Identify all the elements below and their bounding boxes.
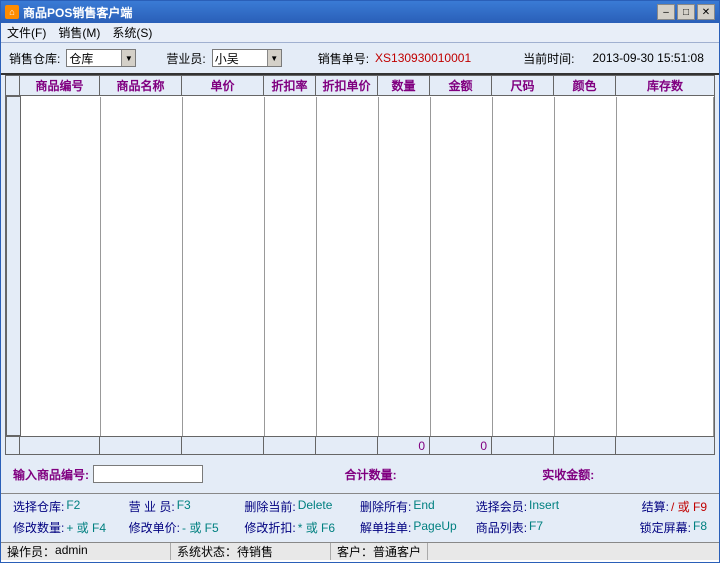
sum-qty: 0 <box>378 437 430 455</box>
sc-member-key: Insert <box>529 498 559 515</box>
menu-sale[interactable]: 销售(M) <box>58 24 100 41</box>
status-state-label: 系统状态： <box>177 543 237 560</box>
sum-row: 0 0 <box>5 436 715 455</box>
sc-lock-label: 锁定屏幕: <box>640 519 691 536</box>
chevron-down-icon[interactable]: ▼ <box>121 50 135 66</box>
sc-member-label: 选择会员: <box>476 498 527 515</box>
sc-delcur-key: Delete <box>298 498 333 515</box>
sc-qty-label: 修改数量: <box>13 519 64 536</box>
col-code[interactable]: 商品编号 <box>20 76 100 96</box>
table-row[interactable] <box>7 97 714 436</box>
code-input-label: 输入商品编号: <box>13 466 89 483</box>
sales-input[interactable] <box>213 51 267 65</box>
time-value: 2013-09-30 15:51:08 <box>592 51 703 65</box>
row-header-blank <box>6 76 20 96</box>
sc-qty-key: + 或 F4 <box>66 519 106 536</box>
col-amount[interactable]: 金额 <box>430 76 492 96</box>
col-name[interactable]: 商品名称 <box>100 76 182 96</box>
sc-delcur-label: 删除当前: <box>244 498 295 515</box>
sc-hold-label: 解单挂单: <box>360 519 411 536</box>
status-bar: 操作员：admin 系统状态：待销售 客户：普通客户 <box>1 542 719 560</box>
col-rate[interactable]: 折扣率 <box>264 76 316 96</box>
titlebar: ⌂ 商品POS销售客户端 – □ ✕ <box>1 1 719 23</box>
status-state-value: 待销售 <box>237 543 273 560</box>
sc-list-label: 商品列表: <box>476 519 527 536</box>
shortcut-panel: 选择仓库:F2 营 业 员:F3 删除当前:Delete 删除所有:End 选择… <box>1 493 719 542</box>
input-row: 输入商品编号: 合计数量: 实收金额: <box>1 455 719 493</box>
sc-settle-key: / 或 F9 <box>671 498 707 515</box>
maximize-button[interactable]: □ <box>677 4 695 20</box>
col-discprice[interactable]: 折扣单价 <box>316 76 378 96</box>
app-icon: ⌂ <box>5 5 19 19</box>
minimize-button[interactable]: – <box>657 4 675 20</box>
sc-warehouse-label: 选择仓库: <box>13 498 64 515</box>
sysbtns: – □ ✕ <box>655 4 715 20</box>
status-op-value: admin <box>55 543 88 560</box>
table-wrap: 商品编号 商品名称 单价 折扣率 折扣单价 数量 金额 尺码 颜色 库存数 0 … <box>1 73 719 455</box>
col-qty[interactable]: 数量 <box>378 76 430 96</box>
status-cust-label: 客户： <box>337 543 373 560</box>
grid-header: 商品编号 商品名称 单价 折扣率 折扣单价 数量 金额 尺码 颜色 库存数 <box>5 75 715 96</box>
status-cust-value: 普通客户 <box>373 543 421 560</box>
col-price[interactable]: 单价 <box>182 76 264 96</box>
chevron-down-icon[interactable]: ▼ <box>267 50 281 66</box>
time-label: 当前时间: <box>523 50 574 67</box>
sc-price-label: 修改单价: <box>129 519 180 536</box>
sum-amount: 0 <box>430 437 492 455</box>
warehouse-input[interactable] <box>67 51 121 65</box>
sc-delall-label: 删除所有: <box>360 498 411 515</box>
sc-hold-key: PageUp <box>413 519 456 536</box>
col-size[interactable]: 尺码 <box>492 76 554 96</box>
code-input[interactable] <box>93 465 203 483</box>
sc-warehouse-key: F2 <box>66 498 80 515</box>
sc-sales-label: 营 业 员: <box>129 498 175 515</box>
sc-sales-key: F3 <box>177 498 191 515</box>
sc-disc-label: 修改折扣: <box>244 519 295 536</box>
col-color[interactable]: 颜色 <box>554 76 616 96</box>
status-op-label: 操作员： <box>7 543 55 560</box>
sc-delall-key: End <box>413 498 434 515</box>
warehouse-label: 销售仓库: <box>9 50 60 67</box>
sales-label: 营业员: <box>166 50 205 67</box>
window-title: 商品POS销售客户端 <box>23 4 655 21</box>
total-qty-label: 合计数量: <box>345 466 397 483</box>
grid-body[interactable] <box>5 96 715 436</box>
col-stock[interactable]: 库存数 <box>616 76 715 96</box>
sc-disc-key: * 或 F6 <box>298 519 335 536</box>
order-number: XS130930010001 <box>375 51 471 65</box>
sc-lock-key: F8 <box>693 519 707 536</box>
menu-file[interactable]: 文件(F) <box>7 24 46 41</box>
sc-price-key: - 或 F5 <box>182 519 219 536</box>
sc-settle-label: 结算: <box>642 498 669 515</box>
menu-system[interactable]: 系统(S) <box>112 24 152 41</box>
sc-list-key: F7 <box>529 519 543 536</box>
close-button[interactable]: ✕ <box>697 4 715 20</box>
order-label: 销售单号: <box>318 50 369 67</box>
top-form: 销售仓库: ▼ 营业员: ▼ 销售单号: XS130930010001 当前时间… <box>1 43 719 73</box>
warehouse-combo[interactable]: ▼ <box>66 49 136 67</box>
received-amount-label: 实收金额: <box>542 466 594 483</box>
sales-combo[interactable]: ▼ <box>212 49 282 67</box>
menubar: 文件(F) 销售(M) 系统(S) <box>1 23 719 43</box>
